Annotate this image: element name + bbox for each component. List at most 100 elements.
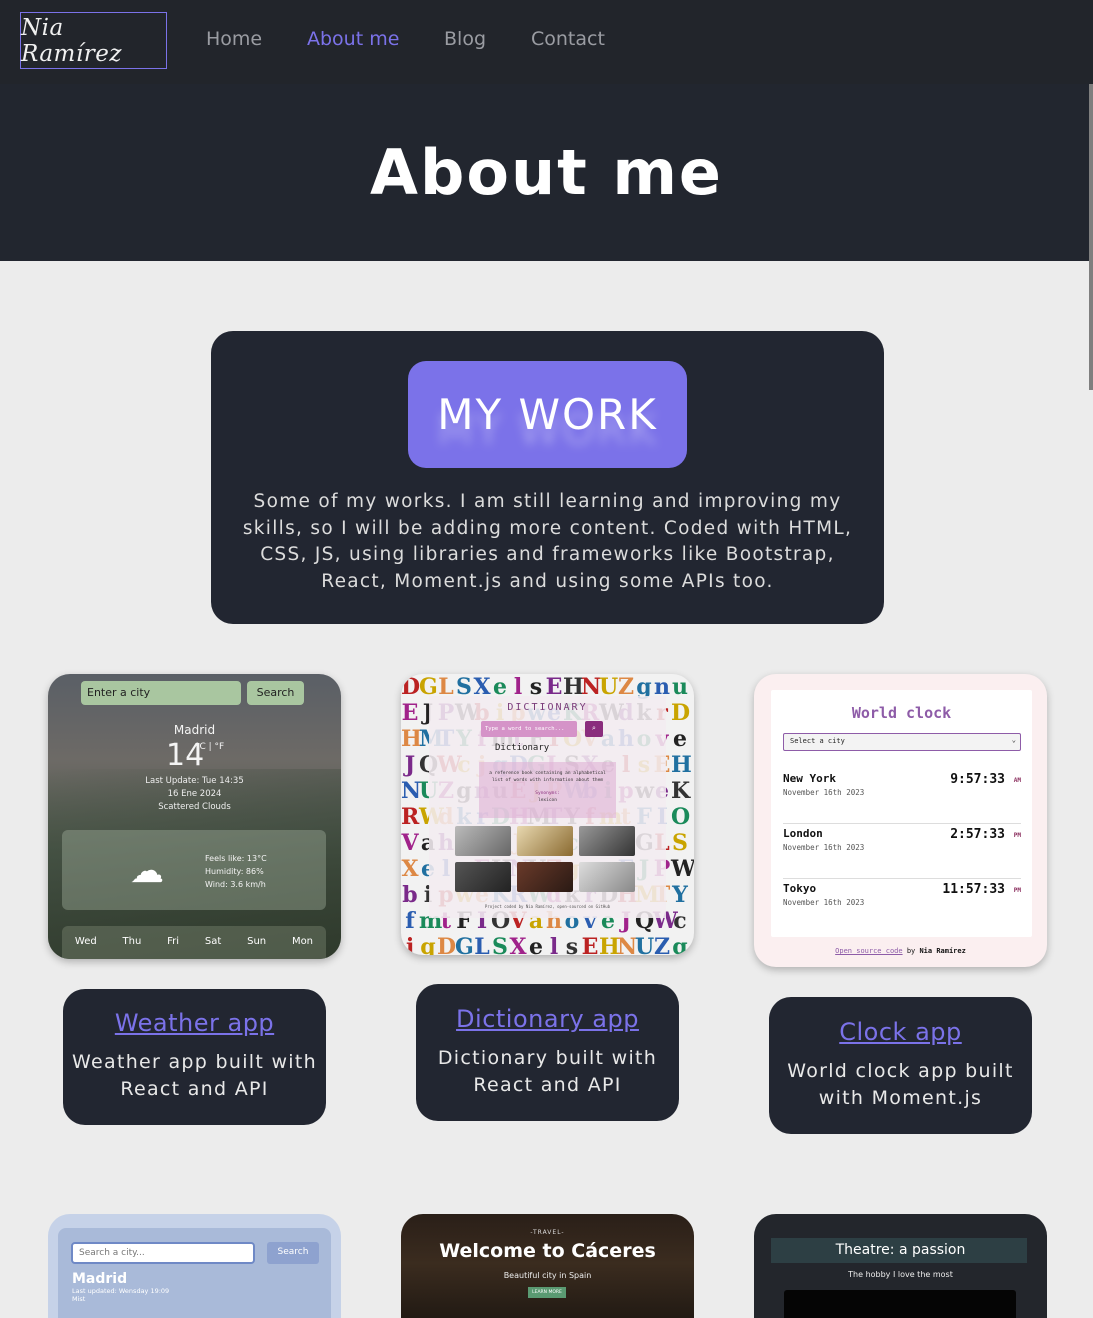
cloud-icon: ☁	[130, 851, 164, 891]
project-card-weather: Weather app Weather app built with React…	[63, 989, 326, 1125]
dictionary-definition: a reference book containing an alphabeti…	[479, 762, 616, 818]
dictionary-image	[455, 826, 511, 856]
clock-city: Tokyo	[783, 882, 817, 895]
footer-by: by	[906, 947, 916, 955]
forecast-day: Fri	[167, 936, 180, 947]
nav-link-blog[interactable]: Blog	[444, 28, 486, 50]
collage-letter: S	[672, 830, 688, 856]
nav-link-home[interactable]: Home	[206, 28, 262, 50]
caceres-learn-more: LEARN MORE	[528, 1287, 566, 1298]
clock-time: 9:57:33	[950, 772, 1005, 787]
project-card-dictionary: Dictionary app Dictionary built with Rea…	[416, 984, 679, 1121]
brand-logo[interactable]: Nia Ramírez	[20, 12, 167, 69]
navbar: Nia Ramírez Home About me Blog Contact	[0, 0, 1093, 84]
clock-time: 2:57:33	[950, 827, 1005, 842]
collage-letter: G	[455, 934, 474, 955]
nav-link-about[interactable]: About me	[307, 28, 399, 50]
my-work-button[interactable]: MY WORK MY WORK	[408, 361, 687, 468]
collage-letter: K	[671, 778, 691, 804]
weather2-condition: Mist	[72, 1295, 86, 1303]
theatre-title: Theatre: a passion	[835, 1242, 966, 1258]
clock-ampm: PM	[1013, 887, 1021, 894]
city-select-label: Select a city	[790, 737, 845, 745]
clock-app-thumbnail[interactable]: World clock Select a city ⌄ New York Nove…	[754, 674, 1047, 967]
caceres-tag: -TRAVEL-	[530, 1229, 565, 1236]
weather-condition: Scattered Clouds	[158, 802, 231, 812]
collage-letter: D	[401, 674, 421, 700]
weather-city-input: Enter a city	[81, 681, 241, 705]
collage-letter: l	[549, 934, 559, 955]
theatre-thumbnail[interactable]: Theatre: a passion The hobby I love the …	[754, 1214, 1047, 1318]
forecast-day: Thu	[122, 936, 142, 947]
forecast-day: Mon	[291, 936, 314, 947]
collage-letter: O	[671, 804, 691, 830]
dictionary-title: DICTIONARY	[507, 702, 588, 713]
collage-letter: H	[401, 726, 422, 752]
collage-letter: f	[405, 908, 415, 934]
clock-city: London	[783, 827, 823, 840]
caceres-title: Welcome to Cáceres	[439, 1240, 656, 1262]
caceres-travel-thumbnail[interactable]: -TRAVEL- Welcome to Cáceres Beautiful ci…	[401, 1214, 694, 1318]
definition-line: a reference book containing an alphabeti…	[489, 771, 606, 776]
weather-wind: Wind: 3.6 km/h	[205, 880, 266, 889]
collage-letter: V	[401, 830, 419, 856]
collage-letter: U	[635, 934, 655, 955]
clock-app-link[interactable]: Clock app	[769, 1018, 1032, 1046]
collage-letter: X	[509, 934, 527, 955]
weather-app-thumbnail[interactable]: Enter a city Search Madrid 14 °C | °F La…	[48, 674, 341, 959]
clock-date: November 16th 2023	[783, 843, 865, 852]
synonym-value: lexicon	[538, 798, 557, 803]
collage-letter: e	[529, 934, 543, 955]
collage-letter: N	[401, 778, 422, 804]
collage-letter: q	[420, 934, 436, 955]
clock-row: London November 16th 2023 2:57:33 PM	[783, 827, 1021, 879]
footer-author: Nia Ramírez	[919, 947, 966, 955]
weather-meta: Last Update: Tue 14:35 16 Ene 2024 Scatt…	[48, 775, 341, 814]
collage-letter: c	[673, 908, 687, 934]
dictionary-app-thumbnail[interactable]: DGLSXelsEHNUZgnuEJPWbipweKRWdkrDHMTYfmtF…	[401, 674, 694, 955]
clock-row: New York November 16th 2023 9:57:33 AM	[783, 772, 1021, 824]
clock-time: 11:57:33	[942, 882, 1005, 897]
weather-search-button: Search	[247, 681, 304, 705]
nav-link-contact[interactable]: Contact	[531, 28, 605, 50]
collage-letter: D	[437, 934, 457, 955]
project-card-clock: Clock app World clock app built with Mom…	[769, 997, 1032, 1134]
theatre-subtitle: The hobby I love the most	[848, 1270, 953, 1279]
open-source-link: Open source code	[835, 947, 903, 955]
collage-letter: Z	[653, 934, 671, 955]
page-header: About me	[0, 84, 1093, 261]
weather-feels: Feels like: 13°C	[205, 854, 267, 863]
intro-text: Some of my works. I am still learning an…	[242, 491, 853, 592]
collage-letter: R	[401, 804, 420, 830]
weather2-search-input: Search a city...	[71, 1242, 255, 1264]
collage-letter: H	[671, 752, 692, 778]
weather-unit: °C | °F	[195, 742, 225, 752]
scrollbar[interactable]	[1089, 84, 1093, 390]
project-description: Weather app built with React and API	[72, 1051, 317, 1100]
theatre-video	[784, 1290, 1016, 1318]
weather2-updated: Last updated: Wensday 19:09 Mist	[72, 1287, 169, 1303]
weather-city: Madrid	[173, 723, 216, 737]
project-description: World clock app built with Moment.js	[787, 1060, 1014, 1109]
clock-date: November 16th 2023	[783, 898, 865, 907]
chevron-down-icon: ⌄	[1011, 736, 1016, 744]
collage-letter: s	[565, 934, 579, 955]
synonyms-label: Synonyms:	[535, 791, 560, 796]
dictionary-panel: DICTIONARY Type a word to search... ⌕ Di…	[429, 696, 666, 918]
weather2-panel: Search a city... Search Madrid Last upda…	[58, 1228, 331, 1318]
clock-footer: Open source code by Nia Ramírez	[754, 947, 1047, 955]
weather-last-update: Last Update: Tue 14:35	[145, 776, 244, 786]
clock-row: Tokyo November 16th 2023 11:57:33 PM	[783, 882, 1021, 934]
weather-app-link[interactable]: Weather app	[63, 1009, 326, 1037]
collage-letter: N	[617, 934, 638, 955]
collage-letter: S	[492, 934, 508, 955]
page-title: About me	[370, 136, 723, 209]
dictionary-image	[517, 862, 573, 892]
clock-ampm: AM	[1013, 777, 1021, 784]
dictionary-app-link[interactable]: Dictionary app	[416, 1005, 679, 1033]
clock-panel: World clock Select a city ⌄ New York Nove…	[771, 690, 1032, 937]
forecast-day: Wed	[74, 936, 97, 947]
dictionary-image	[455, 862, 511, 892]
weather2-updated-text: Last updated: Wensday 19:09	[72, 1287, 170, 1295]
weather-app-v2-thumbnail[interactable]: Search a city... Search Madrid Last upda…	[48, 1214, 341, 1318]
